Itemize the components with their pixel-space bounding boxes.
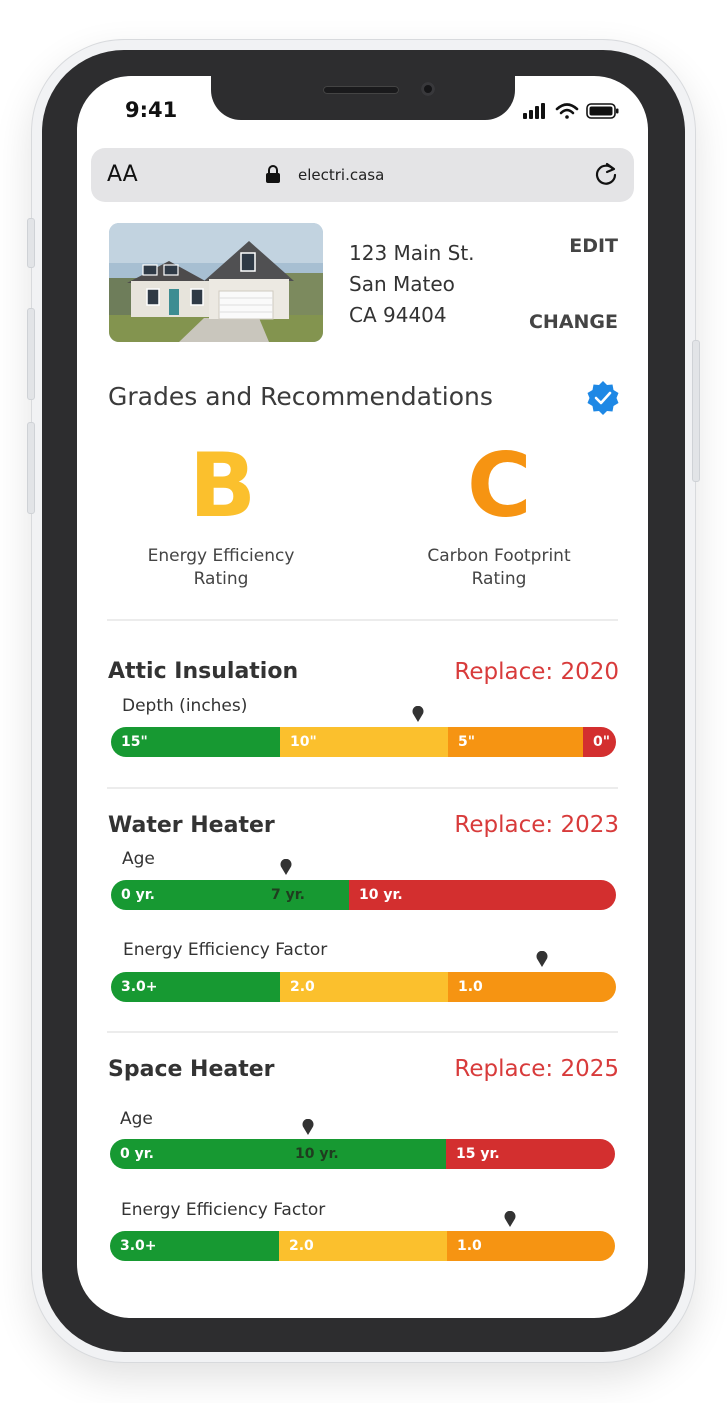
bar-segment: 3.0+ bbox=[111, 972, 280, 1002]
bar-segment-green: 0 yr. 7 yr. bbox=[111, 880, 349, 910]
status-icons bbox=[523, 103, 619, 119]
volume-up-button bbox=[27, 308, 35, 400]
attic-replace-date: Replace: 2020 bbox=[454, 659, 619, 685]
speaker-grille bbox=[323, 86, 399, 94]
space-heater-age-marker-icon bbox=[302, 1119, 314, 1135]
wifi-icon bbox=[555, 103, 579, 119]
water-heater-efficiency-label: Energy Efficiency Factor bbox=[123, 940, 328, 960]
carbon-grade-letter: C bbox=[467, 434, 532, 537]
bar-segment: 3.0+ bbox=[110, 1231, 279, 1261]
change-button[interactable]: CHANGE bbox=[529, 311, 618, 333]
water-heater-title: Water Heater bbox=[108, 813, 275, 838]
mute-switch bbox=[27, 218, 35, 268]
bar-segment: 10 yr. bbox=[349, 880, 616, 910]
water-heater-efficiency-marker-icon bbox=[536, 951, 548, 967]
water-heater-age-marker-icon bbox=[280, 859, 292, 875]
lock-icon bbox=[266, 165, 280, 183]
space-heater-efficiency-bar: 3.0+ 2.0 1.0 bbox=[110, 1231, 615, 1261]
bar-segment: 15" bbox=[111, 727, 280, 757]
volume-down-button bbox=[27, 422, 35, 514]
text-size-button[interactable]: AA bbox=[107, 162, 138, 187]
bar-segment-label: 0 yr. bbox=[121, 887, 155, 903]
bar-segment-label: 0 yr. bbox=[120, 1146, 154, 1162]
bar-marker-label: 7 yr. bbox=[271, 887, 305, 903]
bar-segment: 1.0 bbox=[447, 1231, 615, 1261]
space-heater-replace-date: Replace: 2025 bbox=[454, 1056, 619, 1082]
water-heater-age-label: Age bbox=[122, 849, 155, 869]
space-heater-title: Space Heater bbox=[108, 1057, 275, 1082]
status-time: 9:41 bbox=[125, 98, 178, 122]
attic-depth-label: Depth (inches) bbox=[122, 696, 248, 716]
bar-marker-label: 10 yr. bbox=[295, 1146, 339, 1162]
attic-insulation-title: Attic Insulation bbox=[108, 659, 299, 684]
carbon-label-line-1: Carbon Footprint bbox=[427, 546, 571, 566]
camera-icon bbox=[421, 82, 435, 96]
water-heater-efficiency-bar: 3.0+ 2.0 1.0 bbox=[111, 972, 616, 1002]
water-heater-replace-date: Replace: 2023 bbox=[454, 812, 619, 838]
verified-badge-icon bbox=[587, 381, 619, 415]
energy-label-line-2: Rating bbox=[193, 569, 249, 589]
url-text[interactable]: electri.casa bbox=[298, 166, 384, 184]
divider bbox=[107, 619, 618, 621]
address-line-1: 123 Main St. bbox=[349, 241, 475, 265]
property-address: 123 Main St. San Mateo CA 94404 bbox=[349, 238, 475, 331]
divider bbox=[107, 1031, 618, 1033]
space-heater-efficiency-marker-icon bbox=[504, 1211, 516, 1227]
bar-segment: 10" bbox=[280, 727, 448, 757]
space-heater-efficiency-label: Energy Efficiency Factor bbox=[121, 1200, 326, 1220]
energy-grade-label: Energy Efficiency Rating bbox=[131, 545, 311, 591]
notch bbox=[211, 76, 515, 120]
power-button bbox=[692, 340, 700, 482]
house-photo bbox=[109, 223, 323, 342]
energy-grade-letter: B bbox=[189, 434, 257, 537]
divider bbox=[107, 787, 618, 789]
browser-address-bar[interactable]: AA electri.casa bbox=[91, 148, 634, 202]
attic-marker-icon bbox=[412, 706, 424, 722]
address-line-2: San Mateo bbox=[349, 272, 455, 296]
energy-label-line-1: Energy Efficiency bbox=[147, 546, 295, 566]
reload-icon[interactable] bbox=[592, 160, 620, 188]
space-heater-age-bar: 0 yr. 10 yr. 15 yr. bbox=[110, 1139, 615, 1169]
signal-icon bbox=[523, 103, 545, 119]
carbon-label-line-2: Rating bbox=[471, 569, 527, 589]
space-heater-age-label: Age bbox=[120, 1109, 153, 1129]
bar-segment: 5" bbox=[448, 727, 583, 757]
battery-icon bbox=[586, 103, 619, 119]
phone-screen: 9:41 AA electri.casa 123 Main St. San Ma… bbox=[77, 76, 648, 1318]
bar-segment: 1.0 bbox=[448, 972, 616, 1002]
bar-segment: 15 yr. bbox=[446, 1139, 615, 1169]
attic-depth-bar: 15" 10" 5" 0" bbox=[111, 727, 616, 757]
water-heater-age-bar: 0 yr. 7 yr. 10 yr. bbox=[111, 880, 616, 910]
bar-segment-green: 0 yr. 10 yr. bbox=[110, 1139, 446, 1169]
bar-segment: 0" bbox=[583, 727, 616, 757]
section-title: Grades and Recommendations bbox=[108, 382, 493, 411]
bar-segment: 2.0 bbox=[280, 972, 448, 1002]
bar-segment: 2.0 bbox=[279, 1231, 447, 1261]
edit-button[interactable]: EDIT bbox=[569, 235, 618, 257]
carbon-grade-label: Carbon Footprint Rating bbox=[409, 545, 589, 591]
address-line-3: CA 94404 bbox=[349, 303, 447, 327]
